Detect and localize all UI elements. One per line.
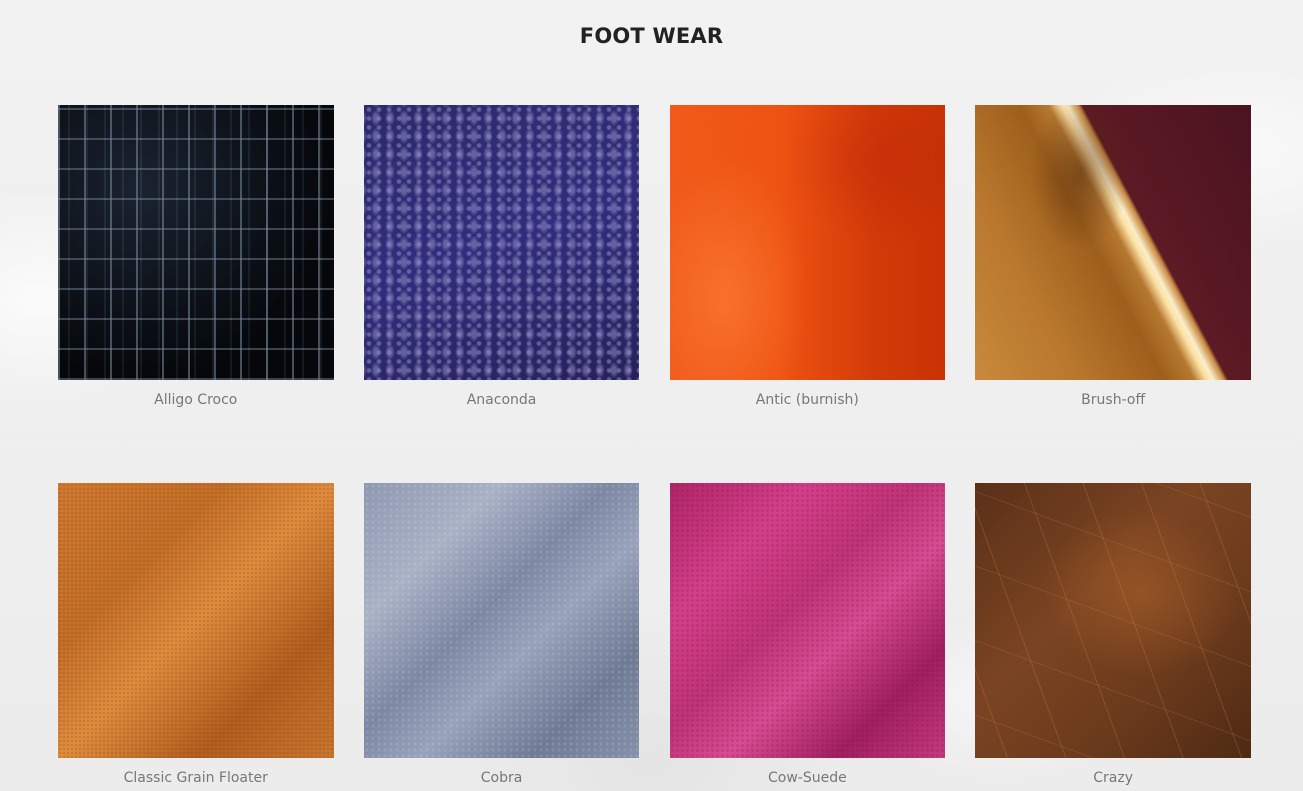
section-title: FOOT WEAR [579,24,724,48]
material-card[interactable]: Classic Grain Floater [58,483,334,787]
material-label: Alligo Croco [154,392,238,408]
material-card[interactable]: Anaconda [363,105,640,409]
material-label: Brush-off [1081,392,1146,408]
material-grid: Alligo Croco Anaconda Antic (burnish) Br… [58,105,1251,787]
material-card[interactable]: Crazy [975,483,1251,787]
material-card[interactable]: Brush-off [975,105,1251,409]
cobra-swatch-image[interactable] [363,483,640,758]
material-card[interactable]: Antic (burnish) [669,105,946,409]
material-card[interactable]: Alligo Croco [58,105,334,409]
crazy-swatch-image[interactable] [975,483,1251,758]
classic-grain-floater-swatch-image[interactable] [58,483,334,758]
alligo-croco-swatch-image[interactable] [58,105,334,380]
material-label: Cow-Suede [767,770,847,786]
material-label: Cobra [480,770,523,786]
material-label: Anaconda [466,392,537,408]
brush-off-swatch-image[interactable] [975,105,1251,380]
material-card[interactable]: Cow-Suede [669,483,946,787]
anaconda-swatch-image[interactable] [363,105,640,380]
cow-suede-swatch-image[interactable] [669,483,946,758]
material-label: Antic (burnish) [755,392,859,408]
antic-burnish-swatch-image[interactable] [669,105,946,380]
material-card[interactable]: Cobra [363,483,640,787]
material-label: Classic Grain Floater [123,770,268,786]
material-label: Crazy [1093,770,1134,786]
